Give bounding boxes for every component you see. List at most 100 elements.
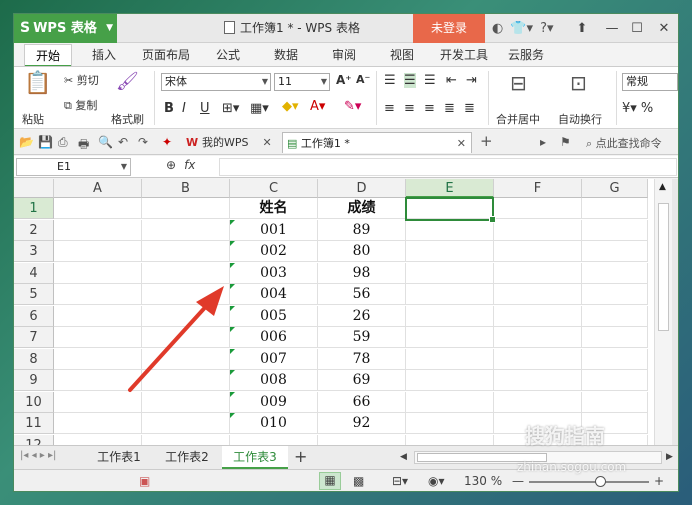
indent-decrease-icon[interactable]: ⇤ (446, 73, 457, 88)
cell-e10[interactable] (406, 391, 494, 413)
cell-f4[interactable] (494, 262, 582, 284)
skin-icon[interactable]: ◐ (492, 21, 503, 36)
cell-c11[interactable]: 010 (230, 413, 318, 434)
cell-f10[interactable] (494, 391, 582, 413)
cell-d8[interactable]: 78 (318, 348, 406, 370)
tab-page-layout[interactable]: 页面布局 (142, 44, 190, 66)
sheet-nav-icon[interactable]: |◂ ◂ ▸ ▸| (20, 450, 56, 461)
command-search[interactable]: ⌕ 点此查找命令 (586, 135, 662, 151)
print-icon[interactable]: 🖶 (78, 135, 89, 156)
font-size-select[interactable]: 11 ▼ (274, 73, 330, 91)
eye-protect-icon[interactable]: ◉▾ (428, 474, 445, 488)
add-sheet-icon[interactable]: + (294, 447, 307, 466)
cell-c10[interactable]: 009 (230, 391, 318, 413)
export-pdf-icon[interactable]: ⎙ (58, 135, 68, 150)
column-header-b[interactable]: B (142, 179, 230, 198)
formula-fx[interactable]: ⊕ fx (166, 158, 195, 172)
cell-e3[interactable] (406, 241, 494, 262)
cell-d9[interactable]: 69 (318, 370, 406, 391)
cell-a2[interactable] (54, 219, 142, 241)
cell-e6[interactable] (406, 305, 494, 327)
cell-d6[interactable]: 26 (318, 305, 406, 327)
restore-ribbon-icon[interactable]: ⬆ (569, 14, 595, 43)
row-header-2[interactable]: 2 (14, 219, 54, 241)
page-break-view-icon[interactable]: ▩ (353, 474, 364, 488)
sheet-tab-2[interactable]: 工作表2 (154, 446, 220, 469)
save-icon[interactable]: 💾 (38, 135, 53, 149)
cell-a9[interactable] (54, 370, 142, 391)
align-middle-icon[interactable]: ☰ (404, 73, 416, 88)
shirt-icon[interactable]: 👕▾ (510, 21, 533, 36)
cell-a8[interactable] (54, 348, 142, 370)
wrap-text-button[interactable]: 自动换行 (558, 111, 602, 127)
cell-e9[interactable] (406, 370, 494, 391)
cell-c1[interactable]: 姓名 (230, 198, 318, 219)
cell-f9[interactable] (494, 370, 582, 391)
cell-d4[interactable]: 98 (318, 262, 406, 284)
tab-formulas[interactable]: 公式 (216, 44, 240, 66)
cell-b8[interactable] (142, 348, 230, 370)
row-header-9[interactable]: 9 (14, 370, 54, 391)
cell-f8[interactable] (494, 348, 582, 370)
cell-b9[interactable] (142, 370, 230, 391)
cell-c2[interactable]: 001 (230, 219, 318, 241)
cell-e8[interactable] (406, 348, 494, 370)
doc-tab-workbook1[interactable]: ▤ 工作簿1 * ✕ (282, 132, 472, 153)
copy-button[interactable]: ⧉ 复制 (64, 97, 97, 113)
side-panel-strip[interactable] (672, 179, 678, 445)
clear-format-icon[interactable]: ✎▾ (344, 99, 361, 114)
sheet-tab-1[interactable]: 工作表1 (86, 446, 152, 469)
help-icon[interactable]: ?▾ (540, 21, 553, 36)
cell-a1[interactable] (54, 198, 142, 219)
cell-f5[interactable] (494, 284, 582, 305)
cell-b2[interactable] (142, 219, 230, 241)
hscroll-right-icon[interactable]: ▶ (666, 452, 673, 462)
spreadsheet-grid[interactable]: A B C D E F G 1 姓名 成绩 2 001 89 3 002 80 4 003 98 5 004 56 6 005… (14, 179, 654, 445)
cell-b3[interactable] (142, 241, 230, 262)
name-box[interactable]: E1 ▼ (16, 158, 131, 176)
column-header-a[interactable]: A (54, 179, 142, 198)
tab-developer[interactable]: 开发工具 (440, 44, 488, 66)
cell-c4[interactable]: 003 (230, 262, 318, 284)
border-icon[interactable]: ⊞▾ (222, 101, 239, 116)
cell-g2[interactable] (582, 219, 648, 241)
formula-input[interactable] (219, 158, 677, 176)
new-tab-icon[interactable]: + (480, 132, 493, 150)
sheet-tab-3[interactable]: 工作表3 (222, 446, 288, 469)
app-menu-button[interactable]: S WPS 表格 ▼ (14, 14, 117, 43)
font-grow-icon[interactable]: A⁺ (336, 73, 352, 87)
scroll-thumb[interactable] (658, 203, 669, 331)
collapse-icon[interactable]: ▸ (540, 135, 546, 149)
cell-d1[interactable]: 成绩 (318, 198, 406, 219)
cell-g8[interactable] (582, 348, 648, 370)
cell-d5[interactable]: 56 (318, 284, 406, 305)
cell-c6[interactable]: 005 (230, 305, 318, 327)
tab-home[interactable]: 开始 (24, 44, 73, 67)
cell-f2[interactable] (494, 219, 582, 241)
cell-d3[interactable]: 80 (318, 241, 406, 262)
cell-b4[interactable] (142, 262, 230, 284)
format-painter-button[interactable]: 格式刷 (111, 111, 144, 127)
cell-e4[interactable] (406, 262, 494, 284)
number-format-select[interactable]: 常规 (622, 73, 678, 91)
merge-cells-icon[interactable]: ⊟ (510, 71, 527, 95)
font-name-select[interactable]: 宋体 ▼ (161, 73, 271, 91)
hscroll-left-icon[interactable]: ◀ (400, 452, 407, 462)
undo-icon[interactable]: ↶ (118, 135, 128, 149)
print-preview-icon[interactable]: 🔍 (98, 135, 113, 149)
cell-b6[interactable] (142, 305, 230, 327)
cell-b7[interactable] (142, 327, 230, 348)
cell-d7[interactable]: 59 (318, 327, 406, 348)
redo-icon[interactable]: ↷ (138, 135, 148, 149)
currency-icon[interactable]: ¥▾ % (622, 101, 653, 116)
select-all-corner[interactable] (14, 179, 54, 198)
row-header-12[interactable]: 12 (14, 434, 54, 445)
cell-style-icon[interactable]: ▦▾ (250, 101, 269, 116)
align-right-icon[interactable]: ≡ (424, 101, 435, 116)
indent-increase-icon[interactable]: ⇥ (466, 73, 477, 88)
cell-b10[interactable] (142, 391, 230, 413)
cell-d10[interactable]: 66 (318, 391, 406, 413)
cell-c5[interactable]: 004 (230, 284, 318, 305)
cell-b12[interactable] (142, 434, 230, 445)
login-button[interactable]: 未登录 (413, 14, 485, 43)
